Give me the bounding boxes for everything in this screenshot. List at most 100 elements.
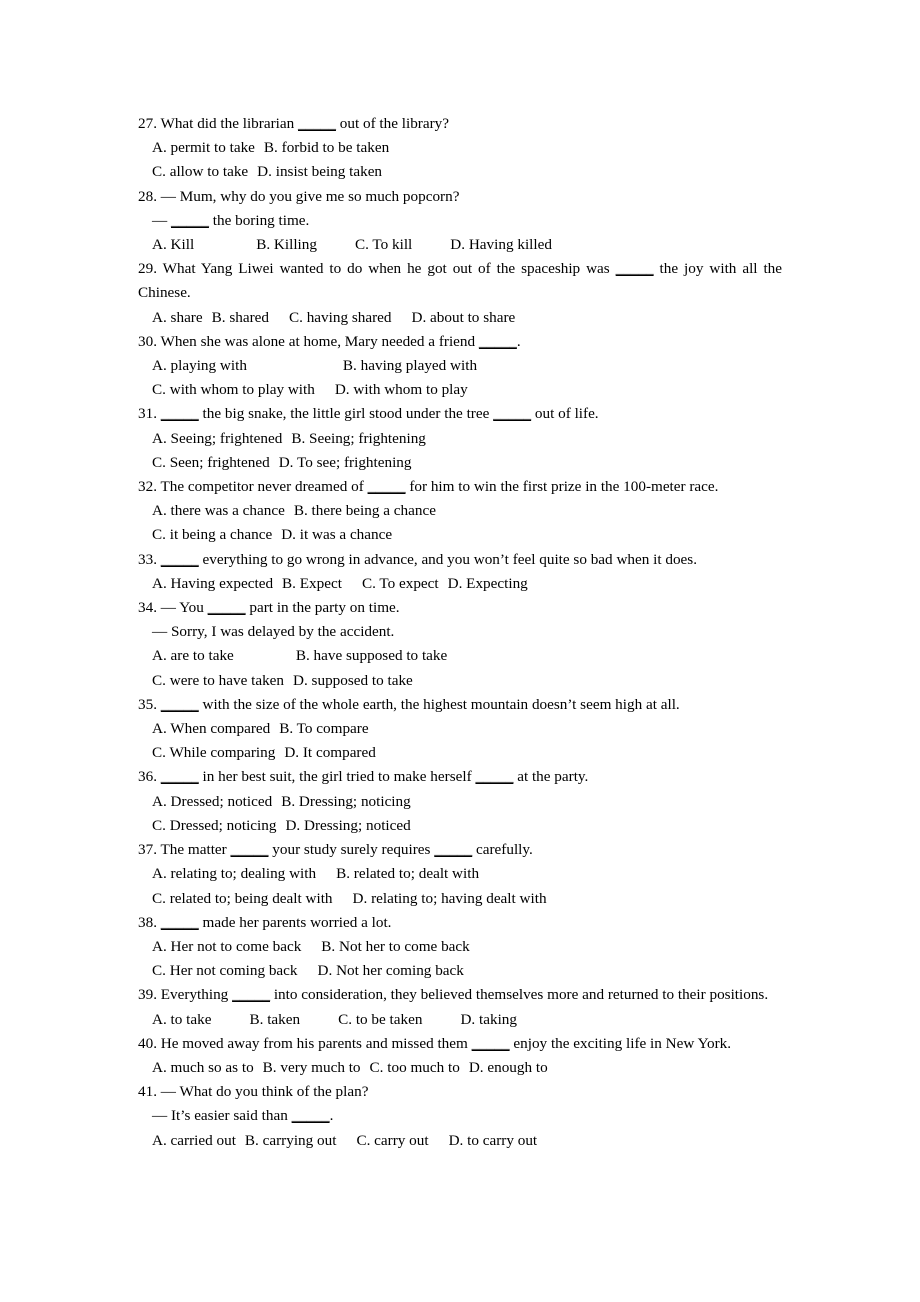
question-number: 29. xyxy=(138,260,157,278)
option-row: A. are to take B. have supposed to take xyxy=(138,644,782,668)
option-b[interactable]: B. Killing xyxy=(256,236,317,253)
option-b[interactable]: B. forbid to be taken xyxy=(264,139,389,156)
answer-blank[interactable]: _____ xyxy=(161,914,199,931)
answer-blank[interactable]: _____ xyxy=(479,333,517,350)
option-b[interactable]: B. carrying out xyxy=(245,1132,337,1149)
option-c[interactable]: C. with whom to play with xyxy=(152,381,315,398)
stem-text: in her best suit, the girl tried to make… xyxy=(198,768,476,786)
answer-blank[interactable]: _____ xyxy=(472,1035,510,1052)
option-c[interactable]: C. too much to xyxy=(370,1059,460,1076)
option-b[interactable]: B. Seeing; frightening xyxy=(291,430,426,447)
option-c[interactable]: C. While comparing xyxy=(152,744,275,761)
stem-text-tail: part in the party on time. xyxy=(245,599,400,617)
option-c[interactable]: C. were to have taken xyxy=(152,672,284,689)
answer-blank[interactable]: _____ xyxy=(368,478,406,495)
answer-blank[interactable]: _____ xyxy=(171,212,209,229)
option-a[interactable]: A. much so as to xyxy=(152,1059,254,1076)
answer-blank[interactable]: _____ xyxy=(232,986,270,1003)
stem-text-tail: enjoy the exciting life in New York. xyxy=(509,1034,732,1052)
answer-blank[interactable]: _____ xyxy=(231,841,269,858)
option-d[interactable]: D. It compared xyxy=(284,744,376,761)
stem-text: When she was alone at home, Mary needed … xyxy=(156,332,479,350)
option-d[interactable]: D. with whom to play xyxy=(335,381,468,398)
question-block-33: 33. _____ everything to go wrong in adva… xyxy=(138,548,782,596)
answer-blank[interactable]: _____ xyxy=(161,768,199,785)
answer-blank-2[interactable]: _____ xyxy=(493,405,531,422)
option-d[interactable]: D. insist being taken xyxy=(257,163,382,180)
question-block-40: 40. He moved away from his parents and m… xyxy=(138,1032,782,1080)
option-c[interactable]: C. allow to take xyxy=(152,163,248,180)
option-a[interactable]: A. Kill xyxy=(152,236,194,253)
option-c[interactable]: C. it being a chance xyxy=(152,526,272,543)
option-b[interactable]: B. Not her to come back xyxy=(321,938,469,955)
option-d[interactable]: D. Dressing; noticed xyxy=(285,817,410,834)
option-b[interactable]: B. there being a chance xyxy=(294,502,436,519)
answer-blank[interactable]: _____ xyxy=(208,599,246,616)
option-a[interactable]: A. carried out xyxy=(152,1132,236,1149)
option-a[interactable]: A. are to take xyxy=(152,647,234,664)
option-a[interactable]: A. Dressed; noticed xyxy=(152,793,272,810)
option-c[interactable]: C. Dressed; noticing xyxy=(152,817,276,834)
option-d[interactable]: D. to carry out xyxy=(449,1132,538,1149)
option-b[interactable]: B. have supposed to take xyxy=(296,647,447,664)
question-block-39: 39. Everything _____ into consideration,… xyxy=(138,983,782,1031)
option-a[interactable]: A. to take xyxy=(152,1011,211,1028)
option-row: A. Having expected B. Expect C. To expect D… xyxy=(138,572,782,596)
answer-blank-2[interactable]: _____ xyxy=(434,841,472,858)
reply-text: . xyxy=(329,1107,334,1125)
option-d[interactable]: D. relating to; having dealt with xyxy=(353,890,547,907)
answer-blank[interactable]: _____ xyxy=(161,696,199,713)
option-c[interactable]: C. Her not coming back xyxy=(152,962,298,979)
option-c[interactable]: C. to be taken xyxy=(338,1011,422,1028)
option-b[interactable]: B. having played with xyxy=(343,357,477,374)
option-b[interactable]: B. Dressing; noticing xyxy=(281,793,411,810)
option-d[interactable]: D. supposed to take xyxy=(293,672,413,689)
question-block-27: 27. What did the librarian _____ out of … xyxy=(138,112,782,185)
answer-blank[interactable]: _____ xyxy=(161,551,199,568)
answer-blank[interactable]: _____ xyxy=(616,260,654,277)
option-row: C. While comparing D. It compared xyxy=(138,741,782,765)
answer-blank[interactable]: _____ xyxy=(292,1107,330,1124)
option-d[interactable]: D. about to share xyxy=(411,309,515,326)
question-stem: 27. What did the librarian _____ out of … xyxy=(138,112,782,136)
option-a[interactable]: A. permit to take xyxy=(152,139,255,156)
option-d[interactable]: D. To see; frightening xyxy=(279,454,412,471)
answer-blank-2[interactable]: _____ xyxy=(475,768,513,785)
option-a[interactable]: A. When compared xyxy=(152,720,270,737)
question-number: 30. xyxy=(138,332,157,350)
question-number: 32. xyxy=(138,478,157,496)
option-c[interactable]: C. Seen; frightened xyxy=(152,454,270,471)
option-b[interactable]: B. Expect xyxy=(282,575,342,592)
option-a[interactable]: A. Seeing; frightened xyxy=(152,430,282,447)
question-stem: 36. _____ in her best suit, the girl tri… xyxy=(138,765,782,789)
option-c[interactable]: C. related to; being dealt with xyxy=(152,890,333,907)
option-b[interactable]: B. related to; dealt with xyxy=(336,865,479,882)
option-c[interactable]: C. To expect xyxy=(362,575,439,592)
option-a[interactable]: A. Having expected xyxy=(152,575,273,592)
option-a[interactable]: A. there was a chance xyxy=(152,502,285,519)
option-c[interactable]: C. having shared xyxy=(289,309,392,326)
option-c[interactable]: C. carry out xyxy=(356,1132,428,1149)
option-d[interactable]: D. taking xyxy=(460,1011,517,1028)
stem-text: made her parents worried a lot. xyxy=(198,913,392,931)
option-a[interactable]: A. playing with xyxy=(152,357,247,374)
option-a[interactable]: A. share xyxy=(152,309,203,326)
option-d[interactable]: D. it was a chance xyxy=(281,526,392,543)
option-a[interactable]: A. relating to; dealing with xyxy=(152,865,316,882)
answer-blank[interactable]: _____ xyxy=(161,405,199,422)
answer-blank[interactable]: _____ xyxy=(298,115,336,132)
option-d[interactable]: D. Not her coming back xyxy=(318,962,464,979)
option-c[interactable]: C. To kill xyxy=(355,236,412,253)
option-b[interactable]: B. shared xyxy=(212,309,269,326)
option-row: A. Seeing; frightened B. Seeing; frighten… xyxy=(138,427,782,451)
option-d[interactable]: D. Expecting xyxy=(448,575,528,592)
question-number: 28. xyxy=(138,187,157,205)
option-d[interactable]: D. Having killed xyxy=(450,236,552,253)
stem-text-tail: carefully. xyxy=(472,841,533,859)
question-block-37: 37. The matter _____ your study surely r… xyxy=(138,838,782,911)
option-b[interactable]: B. To compare xyxy=(279,720,368,737)
option-b[interactable]: B. taken xyxy=(249,1011,300,1028)
option-d[interactable]: D. enough to xyxy=(469,1059,548,1076)
option-b[interactable]: B. very much to xyxy=(263,1059,361,1076)
option-a[interactable]: A. Her not to come back xyxy=(152,938,301,955)
